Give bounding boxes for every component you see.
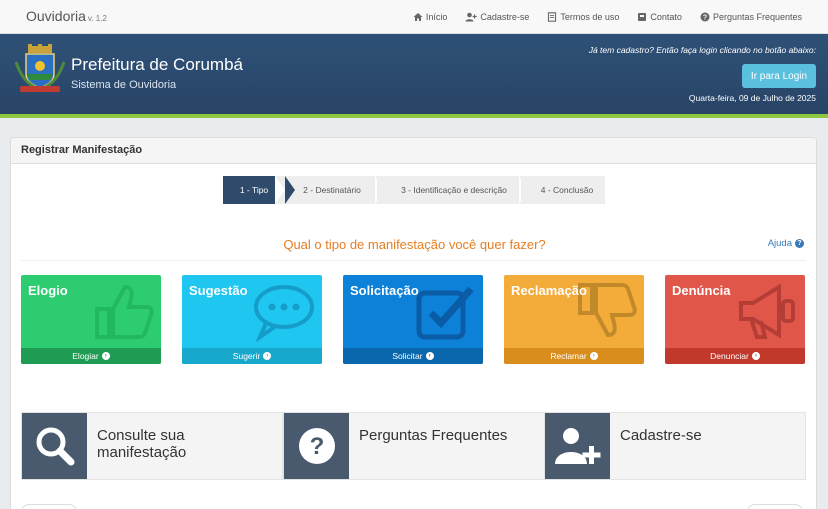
user-add-icon	[554, 428, 600, 464]
type-question: Qual o tipo de manifestação você quer fa…	[283, 237, 546, 252]
tile-perguntas-icon-box: ?	[284, 413, 349, 479]
card-solicitacao[interactable]: Solicitação Solicitar ›	[343, 275, 483, 364]
nav-links: Início Cadastre-se Termos de uso Contato…	[413, 0, 802, 34]
card-sugestao-action: Sugerir ›	[182, 348, 322, 364]
header-title: Prefeitura de Corumbá	[71, 55, 243, 74]
step-tipo-label: 1 - Tipo	[239, 185, 269, 195]
header-subtitle: Sistema de Ouvidoria	[71, 79, 177, 91]
nav-cadastre-se[interactable]: Cadastre-se	[465, 12, 529, 22]
question-circle-icon: ?	[700, 12, 710, 22]
city-crest-logo	[14, 44, 66, 92]
site-header: Prefeitura de Corumbá Sistema de Ouvidor…	[0, 34, 828, 118]
tile-cadastre-icon-box	[545, 413, 610, 479]
manifestation-panel: Registrar Manifestação 1 - Tipo 2 - Dest…	[10, 137, 817, 509]
brand-name: Ouvidoria	[26, 8, 86, 24]
step-destinatario-label: 2 - Destinatário	[303, 185, 361, 195]
phone-book-icon	[638, 13, 647, 21]
card-denuncia-action: Denunciar ›	[665, 348, 805, 364]
step-conclusao[interactable]: 4 - Conclusão	[519, 176, 605, 204]
card-sugestao-action-label: Sugerir	[232, 351, 261, 361]
tile-cadastre[interactable]: Cadastre-se	[544, 412, 806, 480]
step-identificacao-label: 3 - Identificação e descrição	[401, 185, 507, 195]
card-elogio[interactable]: Elogio Elogiar ›	[21, 275, 161, 364]
step-conclusao-label: 4 - Conclusão	[540, 185, 594, 195]
top-navbar: Ouvidoria v. 1.2 Início Cadastre-se Termo…	[0, 0, 828, 34]
login-prompt: Já tem cadastro? Então faça login clican…	[588, 45, 816, 55]
card-elogio-action-label: Elogiar	[72, 351, 99, 361]
tile-cadastre-label: Cadastre-se	[620, 427, 702, 444]
arrow-right-icon: ›	[263, 352, 272, 360]
card-elogio-title: Elogio	[28, 283, 68, 298]
step-identificacao[interactable]: 3 - Identificação e descrição	[375, 176, 531, 204]
pager-button-left[interactable]	[21, 504, 77, 509]
tile-consulte[interactable]: Consulte sua manifestação	[21, 412, 283, 480]
card-solicitacao-title: Solicitação	[350, 283, 419, 298]
nav-cadastre-se-label: Cadastre-se	[480, 12, 530, 22]
nav-perguntas-label: Perguntas Frequentes	[712, 12, 802, 22]
card-reclamacao-title: Reclamação	[511, 283, 587, 298]
home-icon	[413, 13, 423, 21]
divider	[21, 260, 806, 261]
tile-consulte-label: Consulte sua manifestação	[97, 427, 187, 461]
nav-contato[interactable]: Contato	[637, 12, 682, 22]
card-elogio-action: Elogiar ›	[21, 348, 161, 364]
nav-termos-label: Termos de uso	[560, 12, 620, 22]
pager-button-right[interactable]	[747, 504, 803, 509]
card-denuncia[interactable]: Denúncia Denunciar ›	[665, 275, 805, 364]
search-icon	[36, 427, 74, 466]
tile-perguntas[interactable]: ? Perguntas Frequentes	[283, 412, 545, 480]
checkbox-icon	[416, 286, 474, 340]
brand[interactable]: Ouvidoria v. 1.2	[26, 8, 107, 24]
nav-termos[interactable]: Termos de uso	[547, 12, 619, 22]
current-date: Quarta-feira, 09 de Julho de 2025	[688, 93, 816, 103]
card-reclamacao[interactable]: Reclamação Reclamar ›	[504, 275, 644, 364]
nav-perguntas[interactable]: ? Perguntas Frequentes	[700, 12, 802, 22]
speech-bubble-icon	[254, 285, 314, 343]
nav-inicio-label: Início	[425, 12, 448, 22]
card-reclamacao-action-label: Reclamar	[550, 351, 587, 361]
user-plus-icon	[465, 12, 477, 22]
arrow-right-icon: ›	[589, 352, 598, 360]
panel-title: Registrar Manifestação	[11, 138, 816, 164]
nav-inicio[interactable]: Início	[413, 12, 448, 22]
card-reclamacao-action: Reclamar ›	[504, 348, 644, 364]
card-solicitacao-action-label: Solicitar	[392, 351, 423, 361]
card-denuncia-title: Denúncia	[672, 283, 731, 298]
card-solicitacao-action: Solicitar ›	[343, 348, 483, 364]
question-icon: ?	[298, 428, 335, 464]
help-link[interactable]: Ajuda ?	[768, 238, 804, 249]
thumbs-up-icon	[95, 284, 154, 339]
card-sugestao-title: Sugestão	[189, 283, 248, 298]
card-sugestao[interactable]: Sugestão Sugerir ›	[182, 275, 322, 364]
help-icon: ?	[795, 239, 804, 248]
arrow-right-icon: ›	[751, 352, 760, 360]
arrow-right-icon: ›	[101, 352, 110, 360]
arrow-right-icon: ›	[425, 352, 434, 360]
tile-perguntas-label: Perguntas Frequentes	[359, 427, 508, 444]
tile-consulte-icon-box	[22, 413, 87, 479]
svg-text:?: ?	[703, 15, 707, 22]
card-denuncia-action-label: Denunciar	[710, 351, 749, 361]
help-label: Ajuda	[767, 238, 792, 249]
megaphone-icon	[739, 283, 795, 339]
nav-contato-label: Contato	[650, 12, 682, 22]
login-button[interactable]: Ir para Login	[742, 64, 816, 88]
version-label: v. 1.2	[87, 14, 107, 23]
svg-text:?: ?	[309, 433, 324, 460]
document-icon	[548, 12, 557, 22]
